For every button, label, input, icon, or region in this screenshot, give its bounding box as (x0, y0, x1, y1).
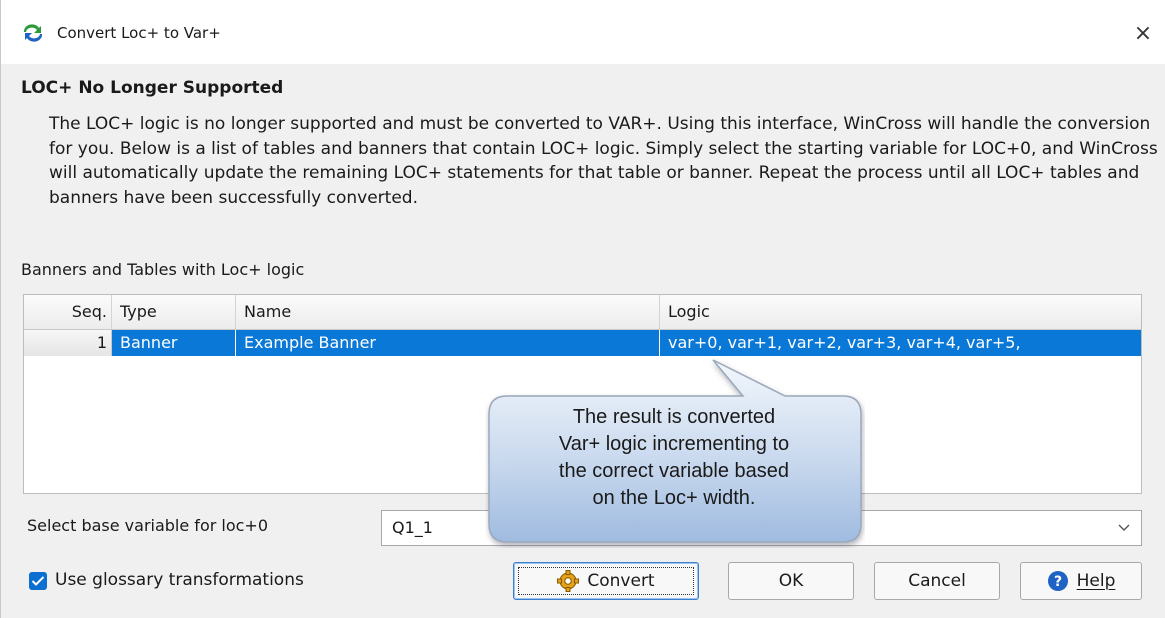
table-row[interactable]: 1 Banner Example Banner var+0, var+1, va… (24, 330, 1141, 356)
row-type[interactable]: Banner (112, 330, 236, 356)
convert-button[interactable]: Convert (513, 562, 699, 600)
callout-text: The result is converted Var+ logic incre… (489, 404, 859, 512)
grid-label: Banners and Tables with Loc+ logic (21, 260, 305, 279)
base-variable-label: Select base variable for loc+0 (27, 516, 269, 535)
row-seq: 1 (24, 330, 112, 356)
help-button[interactable]: ? Help (1020, 562, 1142, 600)
row-name[interactable]: Example Banner (236, 330, 660, 356)
callout-line: on the Loc+ width. (592, 487, 756, 509)
column-header-name[interactable]: Name (236, 295, 660, 329)
ok-button-label: OK (778, 571, 804, 591)
column-header-type[interactable]: Type (112, 295, 236, 329)
column-header-seq[interactable]: Seq. (24, 295, 112, 329)
help-button-label: Help (1076, 571, 1116, 591)
base-variable-value: Q1_1 (392, 518, 433, 537)
description-text: The LOC+ logic is no longer supported an… (49, 114, 1158, 208)
chevron-down-icon[interactable] (1117, 517, 1131, 537)
checkmark-icon (31, 576, 45, 586)
question-mark-icon: ? (1047, 571, 1068, 591)
glossary-checkbox[interactable] (29, 572, 47, 590)
ok-button[interactable]: OK (728, 562, 854, 600)
refresh-arrows-icon (23, 24, 43, 42)
callout-line: the correct variable based (558, 460, 790, 482)
cancel-button-label: Cancel (908, 571, 966, 591)
convert-dialog: Convert Loc+ to Var+ × LOC+ No Longer Su… (0, 0, 1165, 618)
title-bar: Convert Loc+ to Var+ × (1, 0, 1165, 64)
grid-header: Seq. Type Name Logic (24, 295, 1141, 330)
callout-line: The result is converted (572, 406, 776, 428)
section-title: LOC+ No Longer Supported (21, 78, 284, 98)
window-title: Convert Loc+ to Var+ (57, 24, 221, 42)
cancel-button[interactable]: Cancel (874, 562, 1000, 600)
svg-text:?: ? (1054, 574, 1062, 590)
column-header-logic[interactable]: Logic (660, 295, 1141, 329)
glossary-label[interactable]: Use glossary transformations (55, 570, 304, 590)
row-logic[interactable]: var+0, var+1, var+2, var+3, var+4, var+5… (660, 330, 1141, 356)
callout-line: Var+ logic incrementing to (558, 433, 790, 455)
close-button[interactable]: × (1123, 14, 1163, 54)
